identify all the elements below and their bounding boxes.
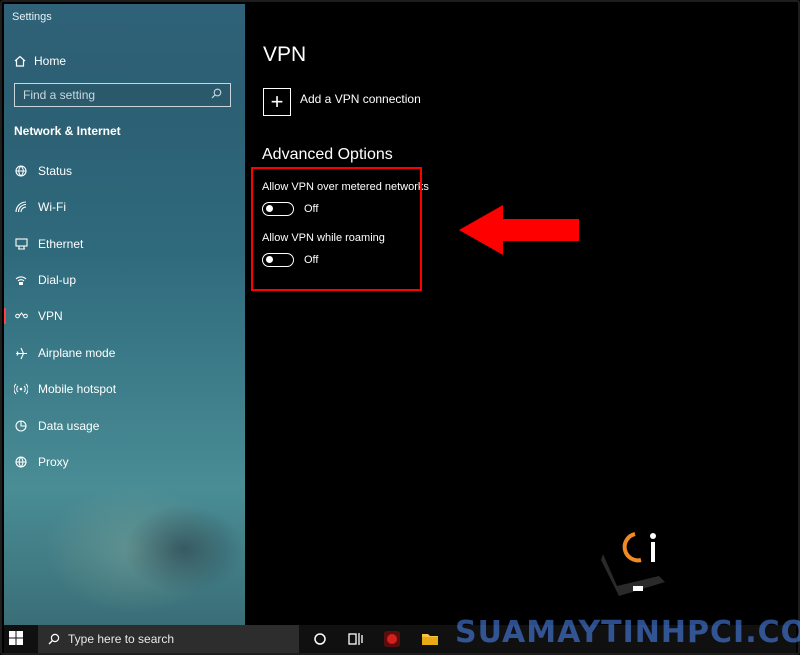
sidebar-item-label: Data usage	[38, 419, 100, 433]
sidebar-item-ethernet[interactable]: Ethernet	[4, 229, 245, 259]
window-title: Settings	[12, 11, 52, 23]
sidebar-item-label: Dial-up	[38, 273, 77, 287]
dialup-icon	[4, 274, 38, 286]
timeline-icon[interactable]	[346, 629, 366, 649]
vpn-settings-page: VPN + Add a VPN connection Advanced Opti…	[245, 4, 796, 625]
add-vpn-label: Add a VPN connection	[300, 92, 421, 106]
settings-sidebar: Settings Home Find a setting Network & I…	[4, 4, 245, 625]
search-icon[interactable]	[211, 88, 222, 102]
sidebar-item-wifi[interactable]: Wi-Fi	[4, 192, 245, 222]
sidebar-item-label: Airplane mode	[38, 346, 116, 360]
sidebar-item-airplane-mode[interactable]: Airplane mode	[4, 338, 245, 368]
section-title: Network & Internet	[14, 124, 121, 138]
ethernet-icon	[4, 238, 38, 250]
wifi-icon	[4, 201, 38, 213]
hotspot-icon	[4, 383, 38, 395]
search-placeholder: Find a setting	[23, 88, 96, 102]
search-icon	[48, 633, 60, 645]
taskbar-search-box[interactable]: Type here to search	[38, 625, 299, 653]
add-vpn-connection-button[interactable]: + Add a VPN connection	[263, 88, 421, 116]
home-nav-item[interactable]: Home	[14, 52, 66, 70]
highlight-box	[251, 167, 422, 291]
advanced-options-heading: Advanced Options	[262, 146, 393, 163]
data-usage-icon	[4, 420, 38, 432]
globe-status-icon	[4, 165, 38, 177]
sidebar-item-label: Status	[38, 164, 73, 178]
airplane-icon	[4, 347, 38, 360]
vpn-icon	[4, 311, 38, 321]
taskbar-search-placeholder: Type here to search	[68, 632, 175, 646]
sidebar-item-status[interactable]: Status	[4, 156, 245, 186]
watermark-text: SUAMAYTINHPCI.COM	[455, 615, 800, 650]
sidebar-item-dialup[interactable]: Dial-up	[4, 265, 245, 295]
pci-logo	[601, 532, 665, 596]
plus-icon: +	[263, 88, 291, 116]
sidebar-item-label: Wi-Fi	[38, 200, 66, 214]
selected-indicator	[4, 308, 6, 324]
red-arrow-annotation	[459, 205, 579, 255]
file-explorer-icon[interactable]	[420, 629, 440, 649]
sidebar-item-label: Mobile hotspot	[38, 382, 117, 396]
sidebar-item-data-usage[interactable]: Data usage	[4, 411, 245, 441]
sidebar-item-label: VPN	[38, 309, 63, 323]
page-title: VPN	[263, 43, 307, 66]
home-icon	[14, 55, 34, 67]
sidebar-item-proxy[interactable]: Proxy	[4, 447, 245, 477]
sidebar-item-mobile-hotspot[interactable]: Mobile hotspot	[4, 374, 245, 404]
find-setting-search-box[interactable]: Find a setting	[14, 83, 231, 107]
task-view-icon[interactable]	[310, 629, 330, 649]
background-blur-dark	[124, 504, 244, 594]
sidebar-item-label: Proxy	[38, 455, 69, 469]
windows-start-icon[interactable]	[8, 630, 24, 651]
sidebar-item-label: Ethernet	[38, 237, 84, 251]
globe-icon	[4, 456, 38, 468]
home-label: Home	[34, 54, 67, 68]
sidebar-item-vpn[interactable]: VPN	[4, 301, 245, 331]
app-red-icon[interactable]	[382, 629, 402, 649]
